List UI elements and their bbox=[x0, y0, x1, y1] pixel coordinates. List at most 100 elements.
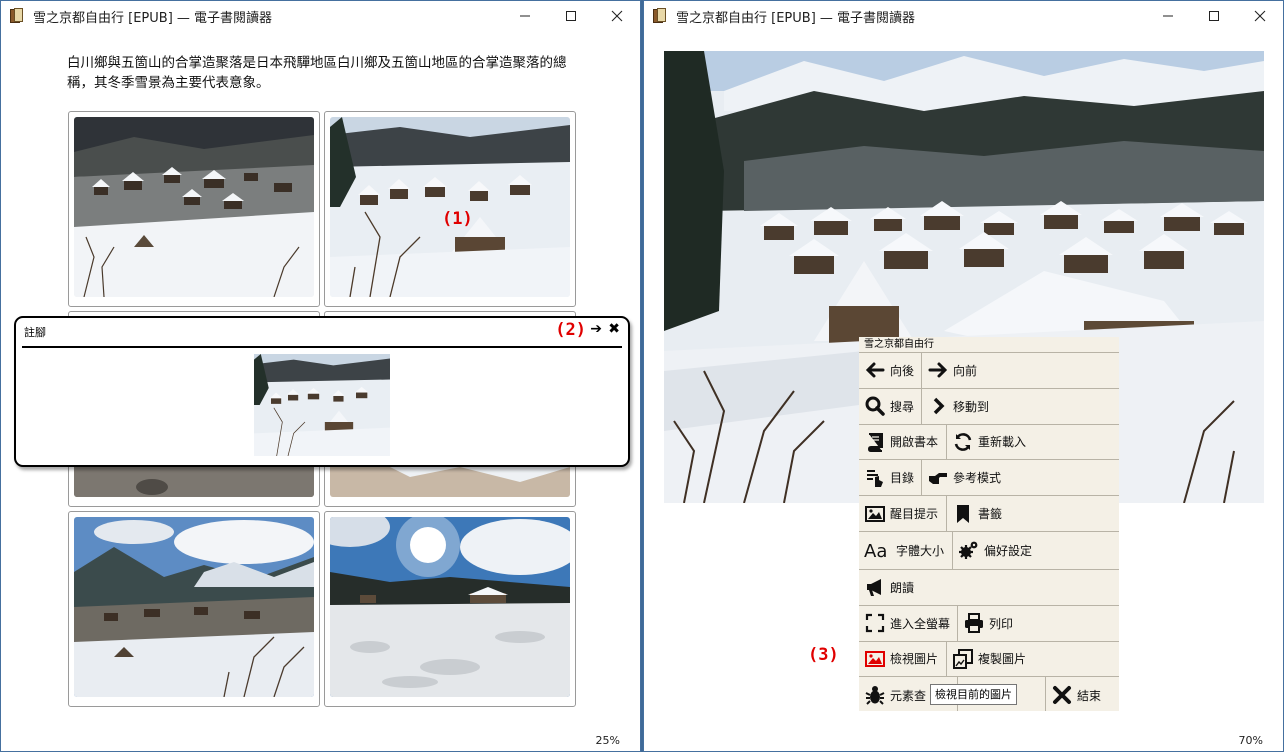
footnote-image bbox=[254, 354, 390, 456]
menu-item-label: 醒目提示 bbox=[890, 507, 939, 522]
menu-item-search[interactable]: 搜尋 bbox=[859, 388, 922, 424]
title-bar[interactable]: 雪之京都自由行 [EPUB] — 電子書閱讀器 bbox=[644, 1, 1283, 31]
megaphone-icon bbox=[864, 576, 886, 598]
minimize-button[interactable] bbox=[502, 1, 548, 31]
reader-window-left: 雪之京都自由行 [EPUB] — 電子書閱讀器 白川鄉與五箇山的合掌造聚落是日本… bbox=[0, 0, 641, 752]
menu-item-label: 參考模式 bbox=[953, 471, 1002, 486]
chevron-right-icon bbox=[927, 395, 949, 417]
close-button[interactable] bbox=[594, 1, 640, 31]
menu-item-bookmarks[interactable]: 書籤 bbox=[947, 496, 1119, 531]
annotation-marker-3: (3) bbox=[808, 645, 839, 665]
hand-pointer-icon bbox=[927, 467, 949, 489]
menu-title: 雪之京都自由行 bbox=[859, 337, 1119, 353]
photo-village-overview[interactable] bbox=[68, 111, 320, 307]
bookmark-icon bbox=[952, 503, 974, 525]
arrow-right-icon bbox=[927, 359, 949, 381]
menu-item-label: 複製圖片 bbox=[978, 652, 1027, 667]
menu-item-label: 檢視圖片 bbox=[890, 652, 939, 667]
fullscreen-icon bbox=[864, 612, 886, 634]
menu-item-open-book[interactable]: 開啟書本 bbox=[859, 424, 947, 460]
menu-item-font-size[interactable]: Aa 字體大小 bbox=[859, 531, 953, 569]
menu-item-reference-mode[interactable]: 參考模式 bbox=[922, 460, 1119, 495]
image-icon bbox=[864, 503, 886, 525]
menu-item-read-aloud[interactable]: 朗讀 bbox=[859, 570, 1119, 605]
reading-progress: 70% bbox=[1238, 734, 1263, 747]
menu-row: 向後 向前 bbox=[859, 353, 1119, 389]
arrow-left-icon bbox=[864, 359, 886, 381]
menu-item-forward[interactable]: 向前 bbox=[922, 353, 1119, 388]
footnote-divider bbox=[22, 346, 622, 348]
menu-item-print[interactable]: 列印 bbox=[958, 606, 1119, 641]
menu-item-view-image[interactable]: 檢視圖片 bbox=[859, 641, 947, 677]
menu-item-label: 向後 bbox=[890, 363, 915, 378]
minimize-button[interactable] bbox=[1145, 1, 1191, 31]
close-x-icon bbox=[1051, 684, 1073, 706]
menu-item-toc[interactable]: 目錄 bbox=[859, 460, 922, 496]
menu-item-reload[interactable]: 重新載入 bbox=[947, 425, 1119, 460]
annotation-marker-1: (1) bbox=[442, 209, 473, 229]
menu-item-label: 目錄 bbox=[890, 471, 915, 486]
menu-item-label: 結束 bbox=[1077, 688, 1102, 703]
book-page[interactable]: 雪之京都自由行 向後 向前 搜尋 移動到 開啟書本 重新載入 目錄 參考模式 醒… bbox=[644, 31, 1283, 751]
book-page[interactable]: 白川鄉與五箇山的合掌造聚落是日本飛驒地區白川鄉及五箇山地區的合掌造聚落的總稱，其… bbox=[1, 31, 640, 751]
title-bar[interactable]: 雪之京都自由行 [EPUB] — 電子書閱讀器 bbox=[1, 1, 640, 31]
menu-item-label: 列印 bbox=[989, 616, 1014, 631]
menu-item-quit[interactable]: 結束 bbox=[1046, 677, 1119, 711]
photo-valley-view[interactable] bbox=[68, 511, 320, 707]
menu-item-label: 移動到 bbox=[953, 399, 990, 414]
menu-row: 朗讀 bbox=[859, 570, 1119, 606]
print-icon bbox=[963, 612, 985, 634]
reader-window-right: 雪之京都自由行 [EPUB] — 電子書閱讀器 雪之京都自由行 向後 向前 搜尋… bbox=[643, 0, 1284, 752]
window-title: 雪之京都自由行 [EPUB] — 電子書閱讀器 bbox=[33, 10, 273, 26]
reading-progress: 25% bbox=[595, 734, 620, 747]
menu-row: 搜尋 移動到 bbox=[859, 388, 1119, 425]
close-button[interactable] bbox=[1237, 1, 1283, 31]
ebook-app-icon bbox=[10, 8, 24, 24]
copy-image-icon bbox=[952, 648, 974, 670]
image-red-icon bbox=[864, 648, 886, 670]
menu-item-highlight[interactable]: 醒目提示 bbox=[859, 496, 947, 531]
close-footnote-icon[interactable]: ✖ bbox=[608, 321, 620, 337]
menu-item-label: 字體大小 bbox=[896, 543, 945, 558]
menu-item-goto[interactable]: 移動到 bbox=[922, 389, 1119, 424]
goto-footnote-arrow-icon[interactable]: ➔ bbox=[590, 321, 602, 337]
maximize-button[interactable] bbox=[1191, 1, 1237, 31]
menu-item-label: 書籤 bbox=[978, 507, 1003, 522]
menu-item-copy-image[interactable]: 複製圖片 bbox=[947, 642, 1119, 677]
menu-row: 開啟書本 重新載入 bbox=[859, 424, 1119, 461]
menu-item-label: 偏好設定 bbox=[984, 543, 1033, 558]
menu-item-label: 搜尋 bbox=[890, 399, 915, 414]
menu-item-fullscreen[interactable]: 進入全螢幕 bbox=[859, 605, 958, 641]
book-icon bbox=[864, 431, 886, 453]
toc-icon bbox=[864, 467, 886, 489]
menu-item-label: 重新載入 bbox=[978, 435, 1027, 450]
ebook-app-icon bbox=[653, 8, 667, 24]
search-icon bbox=[864, 395, 886, 417]
context-menu: 雪之京都自由行 向後 向前 搜尋 移動到 開啟書本 重新載入 目錄 參考模式 醒… bbox=[859, 337, 1119, 711]
font-size-icon: Aa bbox=[864, 539, 892, 561]
menu-row: 進入全螢幕 列印 bbox=[859, 605, 1119, 642]
menu-row: 醒目提示 書籤 bbox=[859, 496, 1119, 532]
menu-item-back[interactable]: 向後 bbox=[859, 353, 922, 388]
menu-item-preferences[interactable]: 偏好設定 bbox=[953, 532, 1119, 569]
svg-text:Aa: Aa bbox=[864, 541, 887, 561]
bug-icon bbox=[864, 684, 886, 706]
gears-icon bbox=[958, 539, 980, 561]
annotation-marker-2: (2) bbox=[555, 320, 586, 340]
menu-row: Aa 字體大小 偏好設定 bbox=[859, 531, 1119, 570]
menu-item-label: 元素查 bbox=[890, 688, 927, 703]
menu-item-label: 進入全螢幕 bbox=[890, 616, 951, 631]
menu-item-label: 朗讀 bbox=[890, 580, 915, 595]
photo-snow-field[interactable] bbox=[324, 511, 576, 707]
menu-item-label: 開啟書本 bbox=[890, 435, 939, 450]
menu-row: 檢視圖片 複製圖片 bbox=[859, 641, 1119, 678]
body-paragraph: 白川鄉與五箇山的合掌造聚落是日本飛驒地區白川鄉及五箇山地區的合掌造聚落的總稱，其… bbox=[67, 55, 567, 91]
footnote-popup: 註腳 (2) ➔ ✖ bbox=[14, 316, 630, 467]
window-title: 雪之京都自由行 [EPUB] — 電子書閱讀器 bbox=[676, 10, 916, 26]
footnote-title: 註腳 bbox=[24, 326, 46, 339]
maximize-button[interactable] bbox=[548, 1, 594, 31]
menu-row: 目錄 參考模式 bbox=[859, 460, 1119, 497]
view-image-tooltip: 檢視目前的圖片 bbox=[930, 684, 1017, 705]
refresh-icon bbox=[952, 431, 974, 453]
menu-item-label: 向前 bbox=[953, 363, 978, 378]
